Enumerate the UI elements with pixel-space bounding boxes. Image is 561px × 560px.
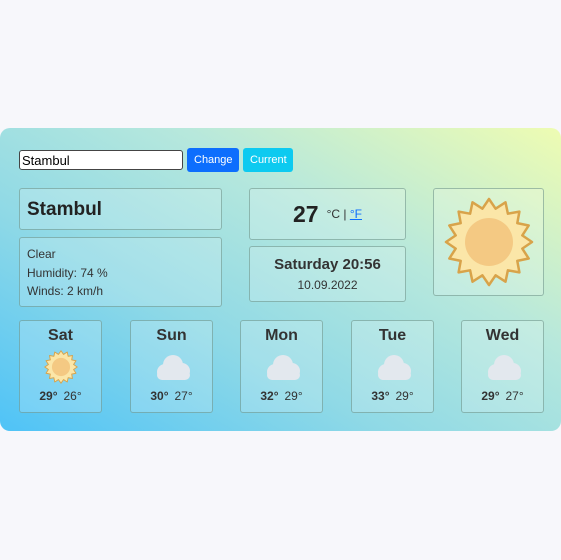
details-panel: Clear Humidity: 74 % Winds: 2 km/h [19, 237, 222, 307]
cloud-icon [156, 355, 190, 380]
humidity: Humidity: 74 % [27, 265, 108, 280]
sun-icon [43, 350, 78, 384]
winds: Winds: 2 km/h [27, 284, 104, 298]
forecast-day-name: Sun [156, 327, 187, 344]
forecast-max-temp: 29° [481, 389, 500, 403]
forecast-max-temp: 29° [39, 389, 58, 403]
current-temperature: 27 [292, 200, 319, 227]
date-panel: Saturday 20:56 10.09.2022 [249, 246, 406, 302]
forecast-min-temp: 29° [284, 389, 303, 403]
change-button[interactable]: Change [187, 148, 239, 172]
current-icon-panel [433, 188, 544, 296]
date: 10.09.2022 [297, 278, 358, 292]
forecast-day: Mon 32° 29° [240, 320, 323, 413]
forecast-day: Sat 29° 26° [19, 320, 102, 413]
city-name: Stambul [27, 199, 102, 220]
forecast-day-name: Tue [378, 327, 407, 344]
weather-card: Change Current Stambul Clear Humidity: 7… [0, 128, 561, 431]
forecast-day: Sun 30° 27° [130, 320, 213, 413]
search-bar: Change Current [19, 148, 293, 172]
forecast-day-name: Mon [265, 327, 298, 344]
unit-separator: | [343, 207, 347, 221]
unit-celsius: °C [326, 207, 341, 221]
temperature-panel: 27 °C | °F [249, 188, 406, 240]
cloud-icon [487, 355, 521, 380]
forecast-max-temp: 32° [260, 389, 279, 403]
forecast-max-temp: 30° [150, 389, 169, 403]
forecast-min-temp: 27° [505, 389, 524, 403]
unit-switch: °C | °F [327, 207, 362, 221]
city-search-input[interactable] [19, 150, 183, 170]
forecast-min-temp: 29° [395, 389, 414, 403]
forecast-max-temp: 33° [371, 389, 390, 403]
forecast-day: Tue 33° 29° [351, 320, 434, 413]
day-time: Saturday 20:56 [274, 256, 381, 273]
weather-description: Clear [27, 247, 56, 261]
sun-icon [444, 197, 533, 287]
city-panel: Stambul [19, 188, 222, 230]
forecast-min-temp: 26° [63, 389, 82, 403]
cloud-icon [377, 355, 411, 380]
forecast-day-name: Sat [48, 327, 73, 344]
forecast-day-name: Wed [485, 327, 520, 344]
forecast-day: Wed 29° 27° [461, 320, 544, 413]
current-button[interactable]: Current [243, 148, 293, 172]
forecast-min-temp: 27° [174, 389, 193, 403]
unit-fahrenheit-link[interactable]: °F [350, 207, 362, 221]
cloud-icon [266, 355, 300, 380]
